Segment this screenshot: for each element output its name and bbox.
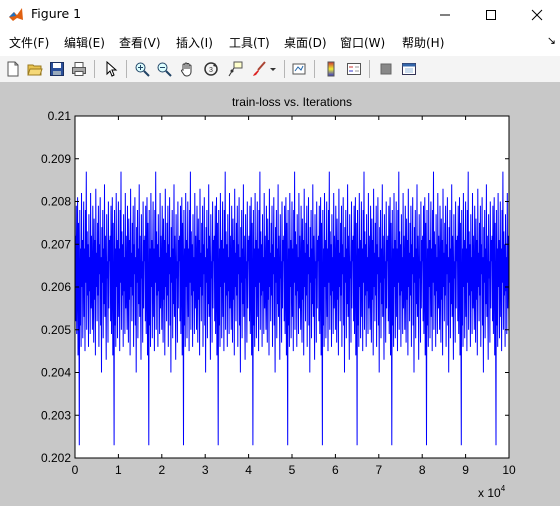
x-tick-label: 5 <box>289 463 296 477</box>
close-button[interactable] <box>514 0 560 29</box>
line-chart: 0 1 2 3 4 5 6 7 8 9 10 0.202 0.203 0.204 0.205 0.206 0.2… <box>41 95 516 500</box>
pan-hand-icon <box>181 62 192 77</box>
y-tick-label: 0.204 <box>41 366 71 380</box>
maximize-button[interactable] <box>468 0 514 29</box>
menu-bar: 文件(F) 编辑(E) 查看(V) 插入(I) 工具(T) 桌面(D) 窗口(W… <box>0 29 560 56</box>
edit-plot-button[interactable] <box>100 58 122 80</box>
menu-help[interactable]: 帮助(H) <box>402 34 444 51</box>
matlab-icon <box>8 6 24 22</box>
rotate-3d-icon: 3 <box>204 62 218 76</box>
y-tick-label: 0.208 <box>41 195 71 209</box>
menu-desktop[interactable]: 桌面(D) <box>284 34 327 51</box>
data-cursor-button[interactable] <box>224 58 246 80</box>
save-icon <box>50 62 64 76</box>
y-tick-label: 0.206 <box>41 280 71 294</box>
x-tick-label: 3 <box>202 463 209 477</box>
legend-button[interactable] <box>343 58 365 80</box>
menu-edit[interactable]: 编辑(E) <box>64 34 105 51</box>
maximize-icon <box>486 9 496 20</box>
rotate-3d-button[interactable]: 3 <box>200 58 222 80</box>
chevron-down-icon <box>270 68 276 71</box>
edit-plot-arrow-icon <box>106 61 118 77</box>
open-file-icon <box>27 64 43 76</box>
chart-title: train-loss vs. Iterations <box>232 95 352 109</box>
minimize-button[interactable] <box>422 0 468 29</box>
menu-window[interactable]: 窗口(W) <box>340 34 385 51</box>
y-tick-label: 0.21 <box>48 109 72 123</box>
zoom-in-button[interactable] <box>131 58 153 80</box>
window-title: Figure 1 <box>31 6 82 21</box>
colorbar-icon <box>327 61 335 77</box>
toolbar-separator <box>94 60 95 78</box>
zoom-out-button[interactable] <box>153 58 175 80</box>
x-tick-label: 6 <box>332 463 339 477</box>
menu-file[interactable]: 文件(F) <box>9 34 49 51</box>
menu-insert[interactable]: 插入(I) <box>176 34 213 51</box>
open-file-button[interactable] <box>24 58 46 80</box>
y-tick-label: 0.207 <box>41 237 71 251</box>
x-tick-label: 0 <box>72 463 79 477</box>
x-tick-label: 7 <box>375 463 382 477</box>
menu-view[interactable]: 查看(V) <box>119 34 161 51</box>
show-plot-tools-button[interactable] <box>398 58 420 80</box>
brush-dropdown[interactable] <box>267 58 279 80</box>
y-tick-label: 0.205 <box>41 323 71 337</box>
zoom-in-icon <box>135 62 150 77</box>
zoom-out-icon <box>157 62 172 77</box>
legend-icon <box>347 63 361 75</box>
figure-toolbar: 3 <box>0 56 560 83</box>
x-multiplier-label: x 104 <box>478 484 506 500</box>
new-figure-icon <box>7 61 19 77</box>
y-tick-label: 0.209 <box>41 152 71 166</box>
svg-text:3: 3 <box>209 67 213 74</box>
data-cursor-icon <box>228 61 243 77</box>
y-tick-label: 0.203 <box>41 408 71 422</box>
link-plot-button[interactable] <box>288 58 310 80</box>
y-tick-label: 0.202 <box>41 451 71 465</box>
pan-button[interactable] <box>176 58 198 80</box>
hide-plot-tools-icon <box>380 63 392 75</box>
minimize-icon <box>440 14 450 15</box>
window-titlebar: Figure 1 <box>0 0 560 29</box>
figure-canvas: 0 1 2 3 4 5 6 7 8 9 10 0.202 0.203 0.204 0.205 0.206 0.2… <box>0 83 560 506</box>
print-icon <box>72 62 86 76</box>
x-tick-label: 9 <box>462 463 469 477</box>
new-figure-button[interactable] <box>2 58 24 80</box>
menu-tools[interactable]: 工具(T) <box>229 34 270 51</box>
x-tick-label: 8 <box>419 463 426 477</box>
toolbar-separator <box>284 60 285 78</box>
x-tick-label: 2 <box>158 463 165 477</box>
save-button[interactable] <box>46 58 68 80</box>
x-tick-label: 10 <box>502 463 516 477</box>
hide-plot-tools-button[interactable] <box>375 58 397 80</box>
toolbar-separator <box>126 60 127 78</box>
colorbar-button[interactable] <box>320 58 342 80</box>
brush-icon <box>253 61 266 76</box>
x-tick-label: 4 <box>245 463 252 477</box>
dock-arrow-icon[interactable]: ↘ <box>547 34 556 47</box>
show-plot-tools-icon <box>402 63 416 75</box>
toolbar-separator <box>369 60 370 78</box>
print-button[interactable] <box>68 58 90 80</box>
x-tick-label: 1 <box>115 463 122 477</box>
toolbar-separator <box>314 60 315 78</box>
link-plot-icon <box>292 63 306 75</box>
x-multiplier-base: x 10 <box>478 486 501 500</box>
close-icon <box>531 9 543 20</box>
x-multiplier-exponent: 4 <box>501 484 506 493</box>
